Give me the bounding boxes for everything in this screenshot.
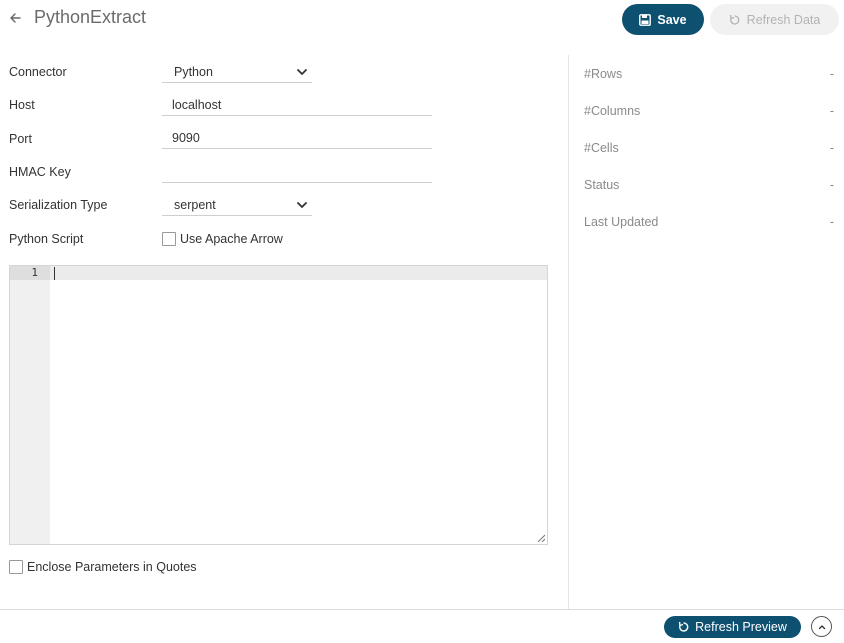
connector-label: Connector — [9, 65, 67, 79]
stat-cells-label: #Cells — [584, 141, 619, 155]
stat-last-updated-label: Last Updated — [584, 215, 659, 229]
stat-last-updated-value: - — [829, 215, 834, 229]
refresh-preview-label: Refresh Preview — [695, 620, 787, 634]
back-arrow-icon[interactable] — [8, 10, 22, 26]
use-apache-arrow-checkbox[interactable] — [162, 232, 176, 246]
stat-cells-value: - — [829, 141, 834, 155]
refresh-data-button[interactable]: Refresh Data — [710, 4, 839, 35]
chevron-up-icon — [818, 624, 825, 629]
enclose-parameters-checkbox[interactable] — [9, 560, 23, 574]
header: PythonExtract Save Refresh Data — [0, 0, 844, 40]
refresh-preview-button[interactable]: Refresh Preview — [664, 616, 801, 638]
hmac-key-label: HMAC Key — [9, 165, 71, 179]
port-input[interactable] — [162, 127, 432, 149]
host-input[interactable] — [162, 94, 432, 116]
stat-status-value: - — [829, 178, 834, 192]
serialization-type-select[interactable]: serpent — [162, 194, 312, 216]
active-line — [10, 266, 547, 280]
stat-rows-value: - — [829, 67, 834, 81]
host-label: Host — [9, 98, 35, 112]
resize-handle-icon[interactable] — [537, 534, 545, 542]
panel-divider — [568, 55, 569, 610]
save-label: Save — [657, 12, 687, 27]
refresh-icon — [678, 621, 689, 632]
save-button[interactable]: Save — [622, 4, 704, 35]
python-script-label: Python Script — [9, 232, 84, 246]
connector-value: Python — [174, 64, 213, 79]
text-cursor — [54, 267, 55, 280]
footer-divider — [0, 609, 844, 610]
stat-rows-label: #Rows — [584, 67, 623, 81]
code-editor[interactable]: 1 — [9, 265, 548, 545]
serialization-type-label: Serialization Type — [9, 198, 108, 212]
page-title: PythonExtract — [34, 7, 147, 27]
hmac-key-input[interactable] — [162, 161, 432, 183]
use-apache-arrow-label: Use Apache Arrow — [180, 232, 283, 246]
editor-gutter — [10, 266, 50, 544]
line-number: 1 — [31, 266, 38, 279]
refresh-data-label: Refresh Data — [746, 12, 821, 27]
connector-select[interactable]: Python — [162, 61, 312, 83]
enclose-parameters-label: Enclose Parameters in Quotes — [27, 560, 197, 574]
stat-columns-value: - — [829, 104, 834, 118]
chevron-down-icon — [297, 201, 307, 208]
collapse-button[interactable] — [811, 616, 832, 637]
stat-columns-label: #Columns — [584, 104, 641, 118]
serialization-type-value: serpent — [174, 197, 216, 212]
save-icon — [639, 13, 652, 26]
chevron-down-icon — [297, 68, 307, 75]
stat-status-label: Status — [584, 178, 620, 192]
port-label: Port — [9, 132, 32, 146]
refresh-icon — [729, 14, 740, 25]
